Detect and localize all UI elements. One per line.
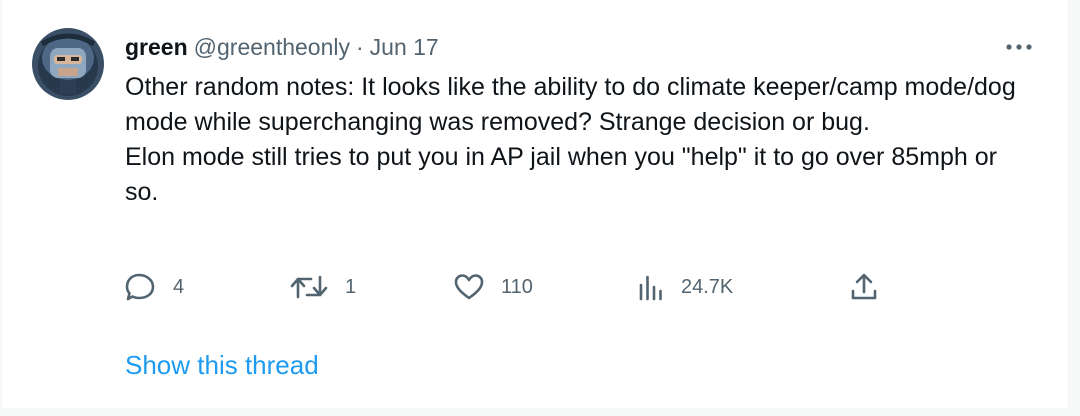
share-upload-icon [851,273,877,300]
tweet-paragraph: Other random notes: It looks like the ab… [125,73,1016,136]
like-button[interactable]: 110 [453,270,533,304]
show-thread-link[interactable]: Show this thread [125,350,319,381]
author-avatar[interactable] [32,28,104,100]
tweet-date[interactable]: Jun 17 [370,34,439,61]
retweet-count: 1 [345,275,357,298]
retweet-button[interactable]: 1 [289,270,356,304]
retweet-icon [290,275,328,299]
tweet-actions: 4 1 110 24.7K [125,270,885,304]
header-separator: · [355,33,364,60]
more-dots-icon [1006,44,1032,50]
tweet-header: green @greentheonly · Jun 17 [125,32,439,62]
share-button[interactable] [849,270,879,304]
tweet-card[interactable]: green @greentheonly · Jun 17 Other rando… [2,0,1069,408]
views-button[interactable]: 24.7K [637,270,733,304]
author-handle[interactable]: @greentheonly [194,34,350,61]
reply-bubble-icon [125,273,155,301]
like-count: 110 [501,275,533,298]
reply-button[interactable]: 4 [125,270,184,304]
analytics-bars-icon [639,275,662,301]
more-options-button[interactable] [1002,35,1036,59]
author-name[interactable]: green [125,34,188,61]
heart-icon [454,274,484,300]
tweet-text: Other random notes: It looks like the ab… [125,70,1025,210]
reply-count: 4 [173,275,185,298]
tweet-paragraph: Elon mode still tries to put you in AP j… [125,143,997,206]
views-count: 24.7K [681,275,734,298]
